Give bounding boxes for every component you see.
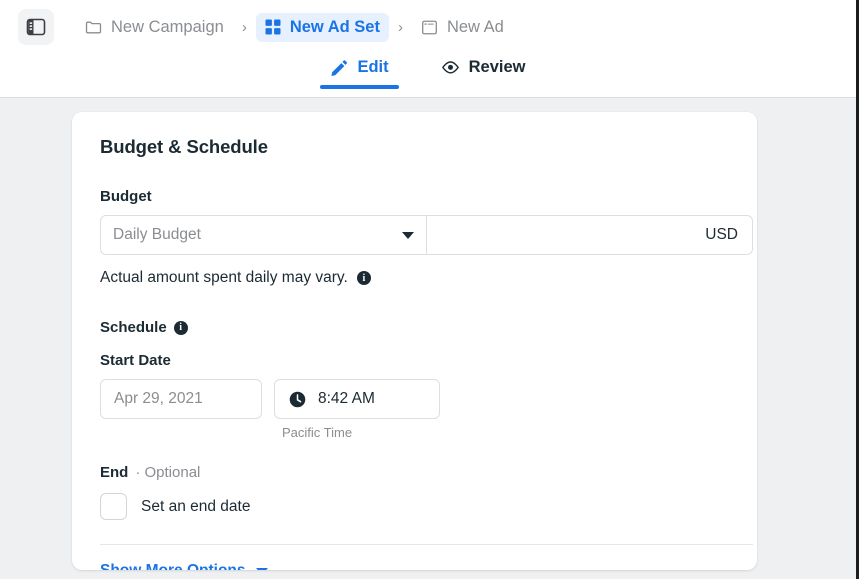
start-date-label: Start Date: [100, 352, 729, 369]
app-header: New Campaign › New Ad Set › New Ad Edit …: [0, 0, 856, 98]
start-time-input[interactable]: 8:42 AM: [274, 379, 440, 419]
start-date-row: Apr 29, 2021 8:42 AM: [100, 379, 729, 419]
chevron-down-icon: [402, 231, 414, 239]
end-optional-text: · Optional: [135, 464, 201, 481]
show-more-options-button[interactable]: Show More Options: [100, 562, 268, 570]
end-label-text: End: [100, 464, 129, 481]
card-title: Budget & Schedule: [100, 136, 268, 157]
timezone-note: Pacific Time: [282, 425, 353, 440]
tab-bar: Edit Review: [0, 54, 856, 89]
budget-hint-text: Actual amount spent daily may vary.: [100, 269, 348, 286]
budget-type-select[interactable]: Daily Budget: [100, 215, 427, 255]
budget-amount-input[interactable]: USD: [427, 215, 753, 255]
budget-currency-label: USD: [705, 226, 738, 243]
eye-icon: [441, 58, 460, 77]
start-date-label-text: Start Date: [100, 352, 171, 369]
breadcrumb-separator: ›: [241, 18, 247, 36]
tab-label: Review: [468, 58, 526, 76]
breadcrumb-list: New Campaign › New Ad Set › New Ad: [76, 12, 513, 42]
start-date-value: Apr 29, 2021: [114, 390, 203, 407]
section-divider: [100, 544, 753, 545]
show-more-options-label: Show More Options: [100, 562, 246, 570]
sidebar-panel-icon: [26, 17, 46, 37]
breadcrumb-label: New Campaign: [111, 17, 224, 36]
sidebar-toggle-button[interactable]: [18, 9, 54, 45]
tab-review[interactable]: Review: [431, 54, 536, 89]
tab-label: Edit: [357, 58, 389, 76]
start-time-value: 8:42 AM: [318, 390, 375, 407]
breadcrumb-item-new-ad-set[interactable]: New Ad Set: [255, 12, 389, 42]
folder-icon: [85, 19, 102, 36]
budget-schedule-card: Budget & Schedule Budget Daily Budget US…: [72, 112, 757, 570]
breadcrumb-separator: ›: [397, 18, 403, 36]
info-icon[interactable]: i: [173, 320, 188, 335]
tab-edit[interactable]: Edit: [320, 54, 399, 89]
budget-label: Budget: [100, 188, 729, 205]
breadcrumb-item-new-campaign[interactable]: New Campaign: [76, 13, 233, 42]
breadcrumb-label: New Ad Set: [289, 17, 380, 36]
breadcrumb-item-new-ad[interactable]: New Ad: [412, 13, 513, 42]
budget-label-text: Budget: [100, 188, 152, 205]
start-date-input[interactable]: Apr 29, 2021: [100, 379, 262, 419]
budget-row: Daily Budget USD: [100, 215, 753, 255]
app-root: New Campaign › New Ad Set › New Ad Edit …: [0, 0, 859, 579]
set-end-date-checkbox[interactable]: [100, 493, 127, 520]
schedule-label-text: Schedule: [100, 319, 167, 336]
breadcrumb: New Campaign › New Ad Set › New Ad: [18, 8, 513, 46]
end-label: End · Optional: [100, 464, 729, 481]
chevron-down-icon: [255, 567, 268, 570]
window-icon: [421, 19, 438, 36]
grid-icon: [265, 19, 281, 35]
clock-icon: [288, 390, 307, 409]
budget-hint: Actual amount spent daily may vary. i: [100, 269, 729, 287]
pencil-icon: [330, 59, 348, 77]
breadcrumb-label: New Ad: [446, 17, 504, 36]
schedule-label: Schedule i: [100, 319, 729, 336]
set-end-date-row[interactable]: Set an end date: [100, 493, 729, 520]
budget-type-value: Daily Budget: [113, 226, 201, 243]
set-end-date-label: Set an end date: [141, 497, 251, 515]
info-icon[interactable]: i: [356, 271, 371, 285]
